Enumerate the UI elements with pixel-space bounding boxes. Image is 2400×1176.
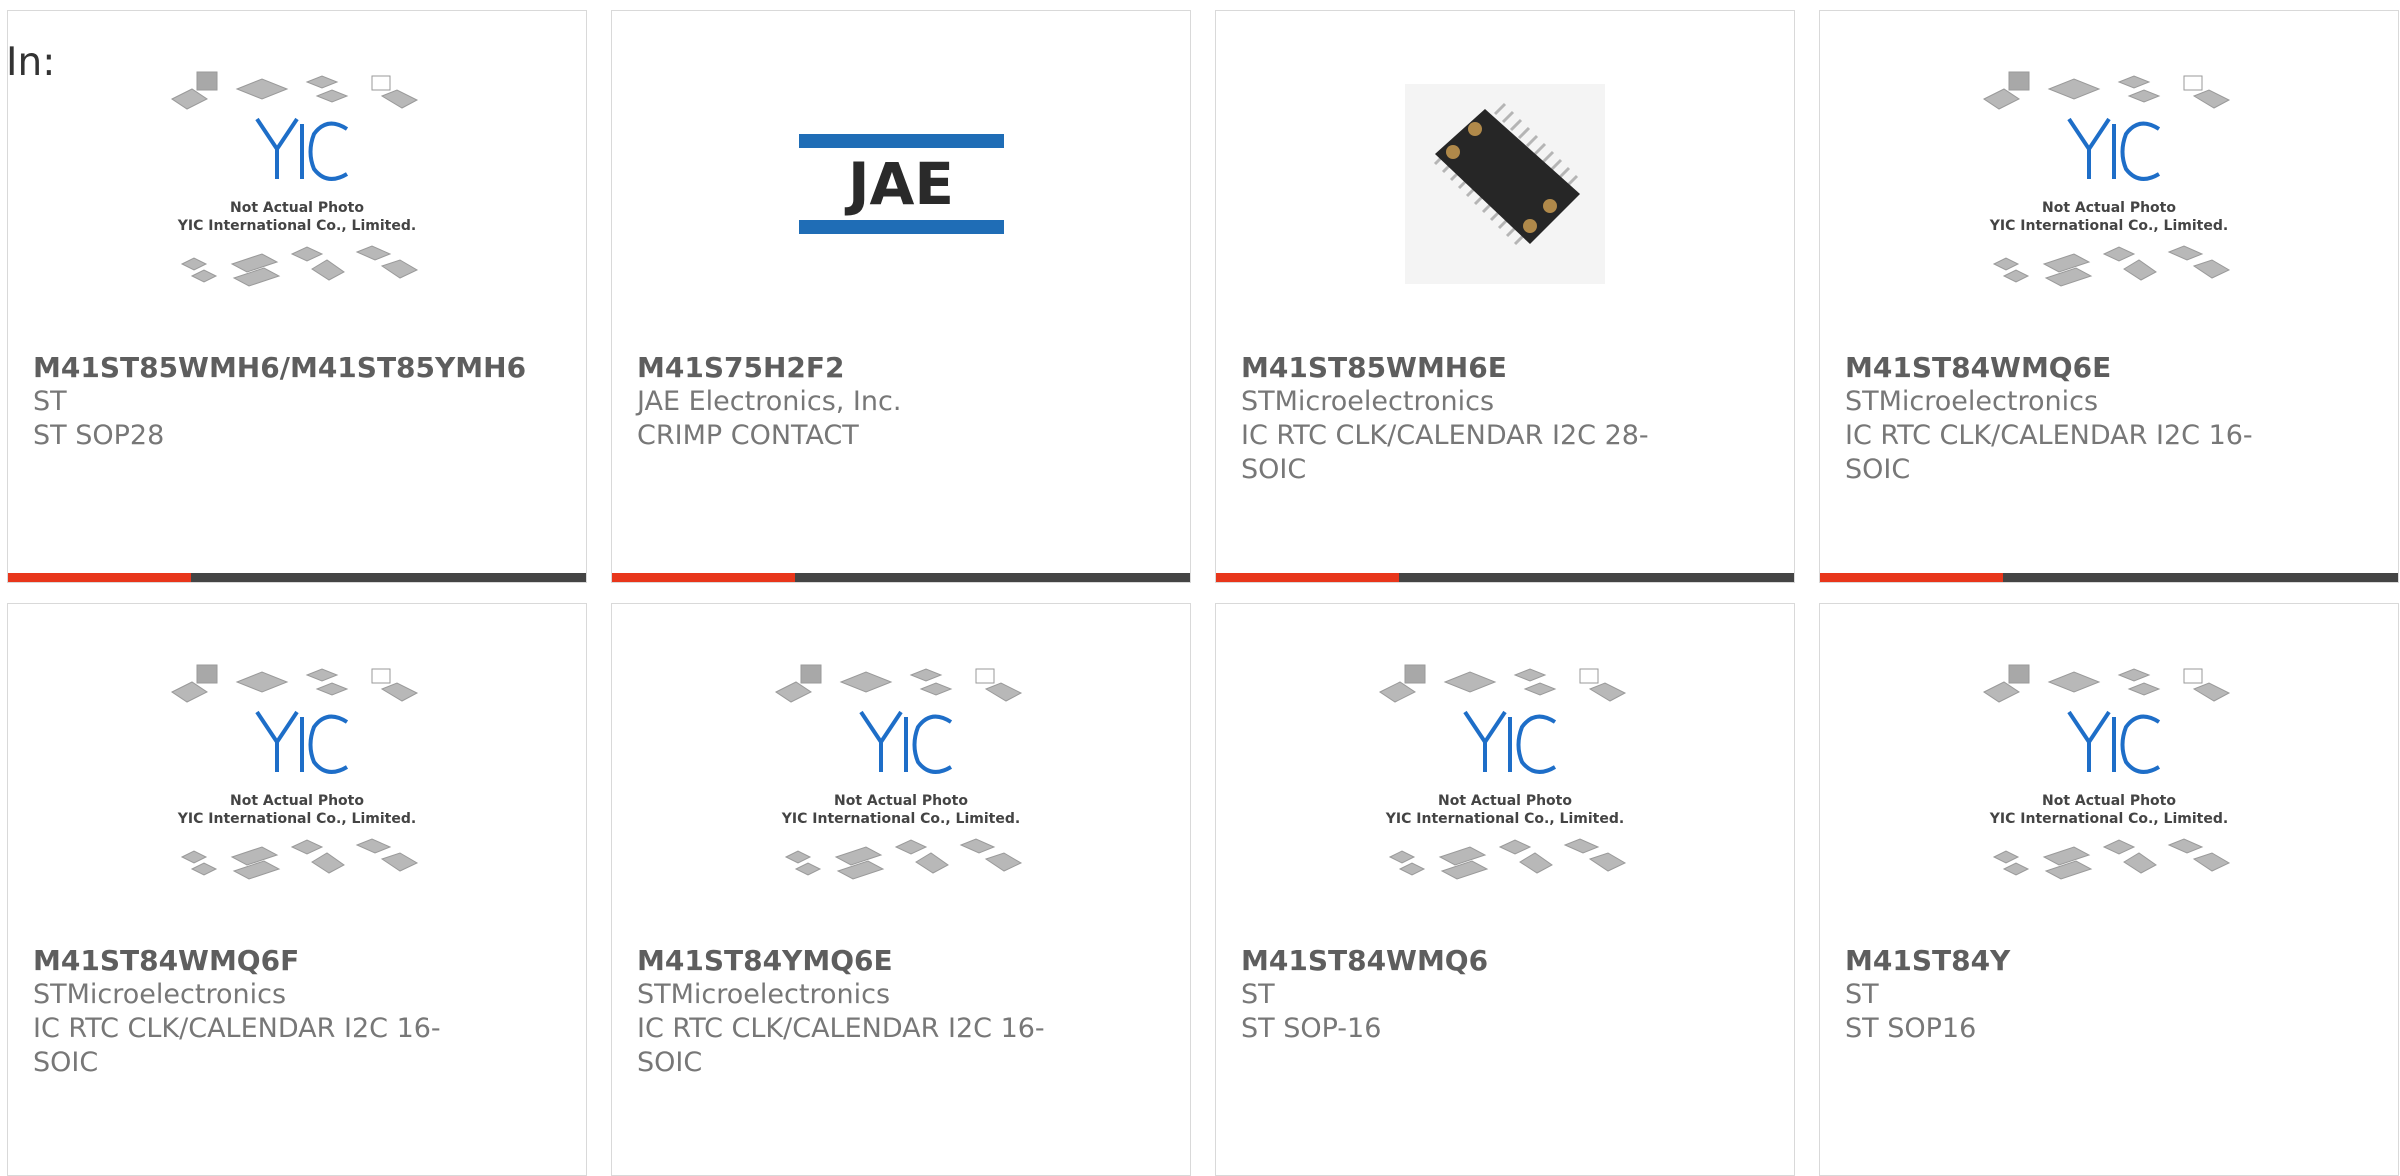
product-card[interactable]: Not Actual Photo YIC International Co., … — [1215, 603, 1795, 1176]
svg-text:Not Actual Photo: Not Actual Photo — [1438, 793, 1572, 809]
product-manufacturer: STMicroelectronics — [1845, 386, 2099, 417]
product-image: Not Actual Photo YIC International Co., … — [8, 11, 586, 356]
svg-text:Not Actual Photo: Not Actual Photo — [2042, 793, 2176, 809]
svg-text:Not Actual Photo: Not Actual Photo — [230, 200, 364, 216]
product-manufacturer: ST — [1845, 979, 1879, 1010]
svg-text:YIC International Co., Limited: YIC International Co., Limited. — [177, 218, 416, 234]
product-part-number[interactable]: M41ST84YMQ6E — [637, 944, 1157, 978]
svg-text:YIC International Co., Limited: YIC International Co., Limited. — [781, 811, 1020, 827]
card-accent-bar — [1820, 573, 2398, 582]
product-description: ST SOP-16 — [1241, 1013, 1382, 1044]
product-manufacturer: STMicroelectronics — [33, 979, 287, 1010]
product-description: IC RTC CLK/CALENDAR I2C 16-SOIC — [33, 1013, 441, 1078]
product-manufacturer: STMicroelectronics — [637, 979, 891, 1010]
yic-placeholder-icon: Not Actual Photo YIC International Co., … — [775, 664, 1023, 880]
product-image: Not Actual Photo YIC International Co., … — [1820, 11, 2398, 356]
card-accent-bar — [1216, 573, 1794, 582]
product-manufacturer: ST — [33, 386, 67, 417]
product-card[interactable]: Not Actual Photo YIC International Co., … — [611, 603, 1191, 1176]
product-part-number[interactable]: M41ST85WMH6/M41ST85YMH6 — [33, 351, 553, 385]
product-description: IC RTC CLK/CALENDAR I2C 16-SOIC — [1845, 420, 2253, 485]
chip-icon — [1405, 83, 1605, 284]
product-image: Not Actual Photo YIC International Co., … — [612, 604, 1190, 949]
product-image — [1216, 11, 1794, 356]
svg-text:YIC International Co., Limited: YIC International Co., Limited. — [1989, 218, 2228, 234]
product-description: ST SOP28 — [33, 420, 165, 451]
yic-placeholder-icon: Not Actual Photo YIC International Co., … — [1379, 664, 1627, 880]
product-manufacturer: JAE Electronics, Inc. — [637, 386, 902, 417]
product-description: IC RTC CLK/CALENDAR I2C 16-SOIC — [637, 1013, 1045, 1078]
product-part-number[interactable]: M41ST85WMH6E — [1241, 351, 1761, 385]
yic-placeholder-icon: Not Actual Photo YIC International Co., … — [1983, 71, 2231, 287]
product-image: Not Actual Photo YIC International Co., … — [1216, 604, 1794, 949]
product-image: JAE — [612, 11, 1190, 356]
card-accent-bar — [612, 573, 1190, 582]
product-part-number[interactable]: M41ST84WMQ6E — [1845, 351, 2365, 385]
yic-placeholder-icon: Not Actual Photo YIC International Co., … — [171, 664, 419, 880]
product-card[interactable]: M41ST85WMH6E STMicroelectronics IC RTC C… — [1215, 10, 1795, 583]
yic-placeholder-icon: Not Actual Photo YIC International Co., … — [171, 71, 419, 287]
product-description: IC RTC CLK/CALENDAR I2C 28-SOIC — [1241, 420, 1649, 485]
product-card[interactable]: Not Actual Photo YIC International Co., … — [7, 10, 587, 583]
product-part-number[interactable]: M41ST84WMQ6F — [33, 944, 553, 978]
svg-text:Not Actual Photo: Not Actual Photo — [230, 793, 364, 809]
jae-logo-icon: JAE — [798, 133, 1004, 234]
product-part-number[interactable]: M41S75H2F2 — [637, 351, 1157, 385]
product-part-number[interactable]: M41ST84Y — [1845, 944, 2365, 978]
product-grid: Not Actual Photo YIC International Co., … — [7, 10, 2399, 1176]
product-image: Not Actual Photo YIC International Co., … — [8, 604, 586, 949]
svg-text:JAE: JAE — [843, 150, 953, 218]
svg-text:Not Actual Photo: Not Actual Photo — [834, 793, 968, 809]
svg-text:Not Actual Photo: Not Actual Photo — [2042, 200, 2176, 216]
product-card[interactable]: Not Actual Photo YIC International Co., … — [1819, 10, 2399, 583]
product-image: Not Actual Photo YIC International Co., … — [1820, 604, 2398, 949]
card-accent-bar — [8, 573, 586, 582]
svg-text:YIC International Co., Limited: YIC International Co., Limited. — [177, 811, 416, 827]
product-card[interactable]: Not Actual Photo YIC International Co., … — [7, 603, 587, 1176]
yic-placeholder-icon: Not Actual Photo YIC International Co., … — [1983, 664, 2231, 880]
product-part-number[interactable]: M41ST84WMQ6 — [1241, 944, 1761, 978]
product-card[interactable]: Not Actual Photo YIC International Co., … — [1819, 603, 2399, 1176]
svg-text:YIC International Co., Limited: YIC International Co., Limited. — [1385, 811, 1624, 827]
product-card[interactable]: JAE M41S75H2F2 JAE Electronics, Inc. CRI… — [611, 10, 1191, 583]
product-description: CRIMP CONTACT — [637, 420, 859, 451]
product-description: ST SOP16 — [1845, 1013, 1977, 1044]
svg-text:YIC International Co., Limited: YIC International Co., Limited. — [1989, 811, 2228, 827]
in-label: In: — [6, 40, 56, 85]
product-manufacturer: ST — [1241, 979, 1275, 1010]
product-manufacturer: STMicroelectronics — [1241, 386, 1495, 417]
